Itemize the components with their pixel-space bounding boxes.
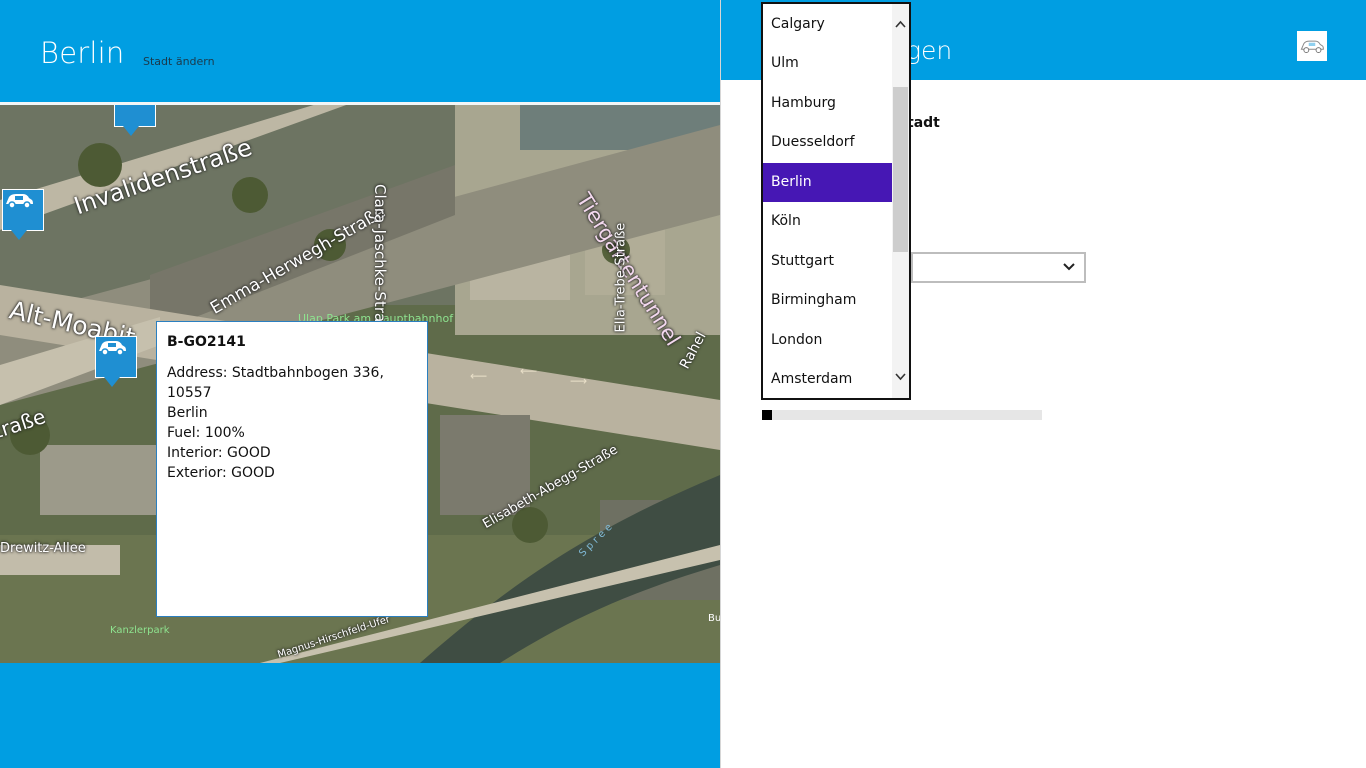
car-fuel: Fuel: 100%: [167, 425, 245, 441]
car-pin-selected[interactable]: [95, 336, 137, 387]
progress-fill: [762, 410, 773, 420]
car-address-city: Berlin: [167, 405, 208, 421]
map-label-clara-jaschke: Clara-Jaschke-Straße: [371, 184, 389, 341]
city-setting-label: tadt: [907, 115, 940, 131]
car-plate: B-GO2141: [167, 334, 246, 350]
settings-title: gen: [906, 36, 953, 65]
city-option[interactable]: Amsterdam: [763, 360, 893, 398]
dropdown-scrollbar[interactable]: [892, 4, 909, 398]
svg-text:⟵: ⟵: [520, 364, 537, 378]
map-label-drewitz-allee: Drewitz-Allee: [0, 541, 86, 556]
car-pin[interactable]: [114, 105, 156, 136]
car-info-popup: B-GO2141 Address: Stadtbahnbogen 336, 10…: [156, 321, 428, 617]
main-app-panel: Berlin Stadt ändern ⟵ ⟵ ⟶ Invalidenstraß…: [0, 0, 720, 768]
chevron-down-icon[interactable]: [894, 370, 907, 383]
chevron-up-icon[interactable]: [894, 18, 907, 31]
map-label-ella-trebe: Ella-Trebe-Straße: [613, 222, 629, 333]
app-logo: [1297, 31, 1327, 61]
map-label-bu: Bu: [708, 613, 720, 624]
city-option[interactable]: Calgary: [763, 5, 893, 44]
car-pin[interactable]: [2, 189, 44, 240]
map-label-kanzlerpark: Kanzlerpark: [110, 625, 170, 636]
car-interior: Interior: GOOD: [167, 445, 271, 461]
city-option[interactable]: Birmingham: [763, 281, 893, 320]
svg-text:⟵: ⟵: [470, 369, 487, 383]
chevron-down-icon: [1063, 263, 1075, 271]
scrollbar-thumb[interactable]: [893, 87, 908, 252]
city-option[interactable]: London: [763, 321, 893, 360]
car-icon: [115, 105, 147, 106]
page-title: Berlin: [40, 36, 125, 70]
car-icon: [1300, 40, 1324, 53]
secondary-combo-box[interactable]: [911, 252, 1086, 283]
city-option[interactable]: Hamburg: [763, 84, 893, 123]
car-icon: [99, 341, 126, 356]
city-option[interactable]: Ulm: [763, 44, 893, 83]
city-option[interactable]: Stuttgart: [763, 242, 893, 281]
city-option[interactable]: Köln: [763, 202, 893, 241]
car-icon: [6, 194, 33, 209]
progress-bar: [762, 410, 1042, 420]
city-dropdown-list[interactable]: Calgary Ulm Hamburg Duesseldorf Berlin K…: [761, 2, 911, 400]
city-option[interactable]: Duesseldorf: [763, 123, 893, 162]
car-exterior: Exterior: GOOD: [167, 465, 275, 481]
car-address: Address: Stadtbahnbogen 336, 10557: [167, 365, 384, 401]
change-city-link[interactable]: Stadt ändern: [143, 55, 215, 68]
city-option-selected[interactable]: Berlin: [763, 163, 893, 202]
svg-text:⟶: ⟶: [570, 374, 587, 388]
